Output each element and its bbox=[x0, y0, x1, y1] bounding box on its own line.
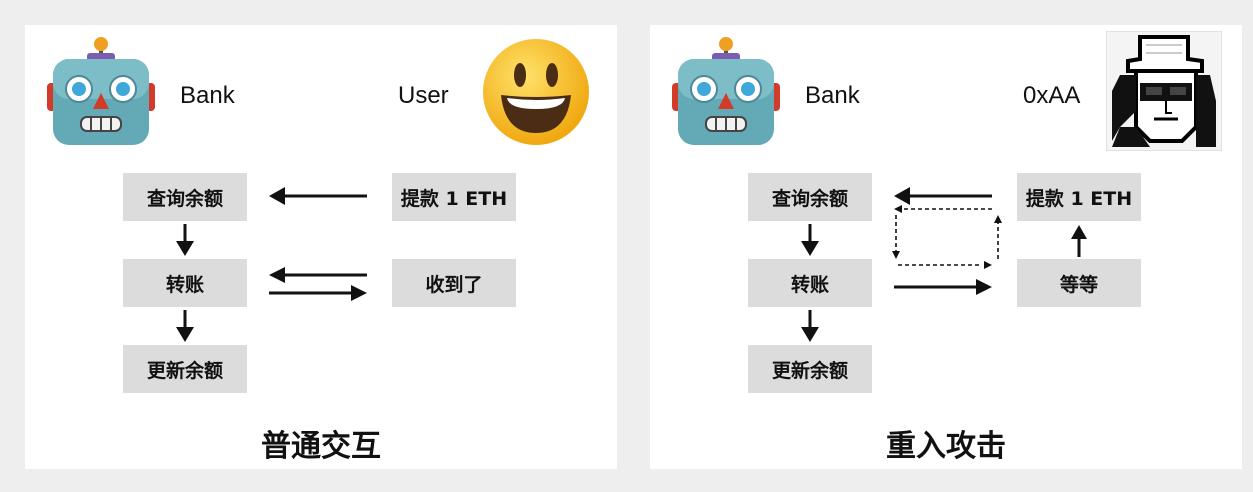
normal-interaction-panel: Bank User 查询余额 转账 更新余额 提款 1 ETH 收到了 普通交互 bbox=[25, 25, 617, 469]
down-arrow-2 bbox=[801, 310, 819, 342]
reentrancy-attack-panel: Bank 0xAA 查询余额 转账 更新余额 提款 1 ETH 等等 重入攻击 bbox=[650, 25, 1242, 469]
transfer-arrow bbox=[269, 285, 367, 301]
normal-flow-arrows bbox=[176, 187, 367, 342]
reentry-loop-dashed bbox=[895, 208, 999, 266]
reentrancy-attack-title: 重入攻击 bbox=[886, 429, 1006, 464]
normal-interaction-title: 普通交互 bbox=[261, 429, 381, 464]
reentrancy-flow-arrows bbox=[801, 187, 1087, 342]
down-arrow-2 bbox=[176, 310, 194, 342]
wait-up-arrow bbox=[1071, 225, 1087, 257]
reentry-loop-heads bbox=[892, 205, 1002, 269]
down-arrow-1 bbox=[801, 224, 819, 256]
received-ack-arrow bbox=[269, 267, 367, 283]
withdraw-request-arrow bbox=[269, 187, 367, 205]
withdraw-request-arrow bbox=[894, 187, 992, 205]
transfer-arrow bbox=[894, 279, 992, 295]
down-arrow-1 bbox=[176, 224, 194, 256]
